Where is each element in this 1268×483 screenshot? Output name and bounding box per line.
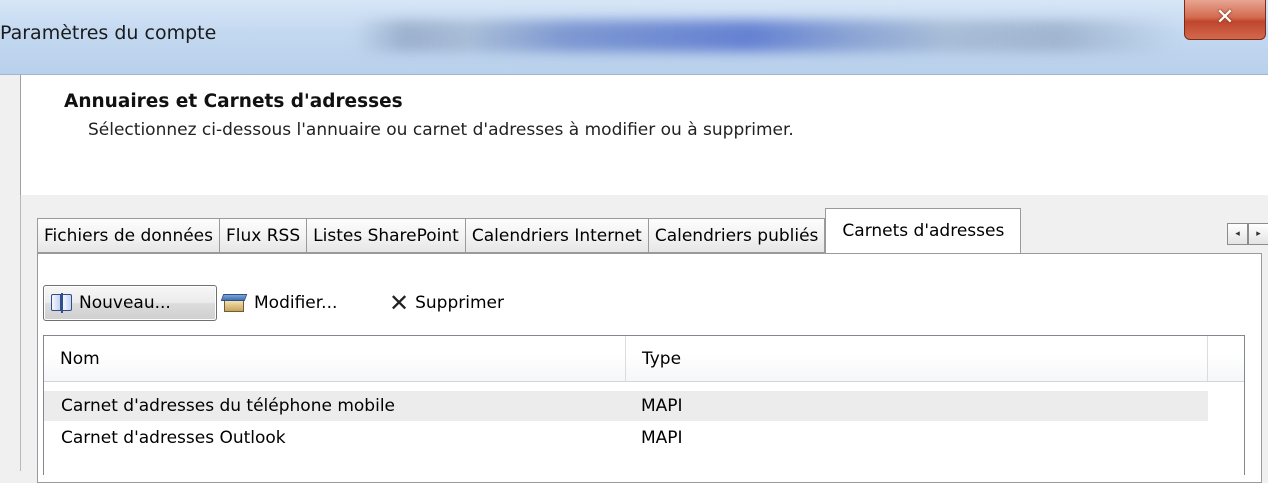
tab-carnets-d-adresses[interactable]: Carnets d'adresses [825, 208, 1022, 253]
tab-label: Flux RSS [226, 225, 301, 246]
list-header: Nom Type [44, 336, 1244, 382]
title-bar: Paramètres du compte ✕ [0, 0, 1268, 75]
list-item-name: Carnet d'adresses du téléphone mobile [61, 396, 395, 416]
column-header-label: Nom [60, 348, 100, 369]
new-button[interactable]: Nouveau... [43, 285, 217, 321]
obscured-title-text [355, 20, 1175, 52]
delete-icon: ✕ [389, 289, 410, 317]
edit-button[interactable]: Modifier... [220, 285, 338, 321]
tab-listes-sharepoint[interactable]: Listes SharePoint [307, 218, 466, 253]
list-item[interactable]: Carnet d'adresses du téléphone mobile MA… [44, 391, 1208, 421]
tab-scroll-right-button[interactable]: ▸ [1248, 223, 1268, 245]
new-button-label: Nouveau... [79, 293, 171, 313]
list-item-type: MAPI [641, 396, 683, 416]
tab-label: Fichiers de données [44, 225, 213, 246]
close-icon: ✕ [1215, 4, 1235, 30]
page-subtitle: Sélectionnez ci-dessous l'annuaire ou ca… [88, 120, 794, 140]
column-header-type[interactable]: Type [626, 336, 1208, 381]
tab-calendriers-publies[interactable]: Calendriers publiés [648, 218, 826, 253]
window-title: Paramètres du compte [0, 22, 217, 44]
tab-label: Calendriers Internet [471, 225, 642, 246]
tab-scroll-left-button[interactable]: ◂ [1227, 223, 1248, 245]
column-header-name[interactable]: Nom [44, 336, 626, 381]
chevron-left-icon: ◂ [1235, 229, 1240, 239]
address-book-icon [51, 293, 73, 313]
close-button[interactable]: ✕ [1184, 0, 1266, 40]
list-item-name: Carnet d'adresses Outlook [61, 428, 286, 448]
page-title: Annuaires et Carnets d'adresses [64, 91, 403, 112]
dialog-left-edge [20, 195, 21, 471]
tab-strip: Fichiers de données Flux RSS Listes Shar… [37, 208, 1022, 254]
edit-icon [220, 292, 248, 314]
list-item[interactable]: Carnet d'adresses Outlook MAPI [44, 423, 1208, 453]
tab-flux-rss[interactable]: Flux RSS [220, 218, 308, 253]
tab-scroll-buttons: ◂ ▸ [1227, 223, 1268, 245]
delete-button[interactable]: ✕ Supprimer [389, 285, 504, 321]
delete-button-label: Supprimer [415, 293, 504, 313]
column-header-label: Type [642, 348, 682, 369]
address-book-list[interactable]: Nom Type Carnet d'adresses du téléphone … [43, 335, 1245, 475]
tab-label: Calendriers publiés [654, 225, 819, 246]
tab-label: Listes SharePoint [313, 225, 459, 246]
edit-button-label: Modifier... [254, 293, 338, 313]
tab-label: Carnets d'adresses [842, 221, 1005, 241]
header-panel: Annuaires et Carnets d'adresses Sélectio… [20, 75, 1268, 195]
chevron-right-icon: ▸ [1256, 229, 1261, 239]
tab-calendriers-internet[interactable]: Calendriers Internet [465, 218, 649, 253]
tab-fichiers-de-donnees[interactable]: Fichiers de données [37, 218, 220, 253]
list-item-type: MAPI [641, 428, 683, 448]
